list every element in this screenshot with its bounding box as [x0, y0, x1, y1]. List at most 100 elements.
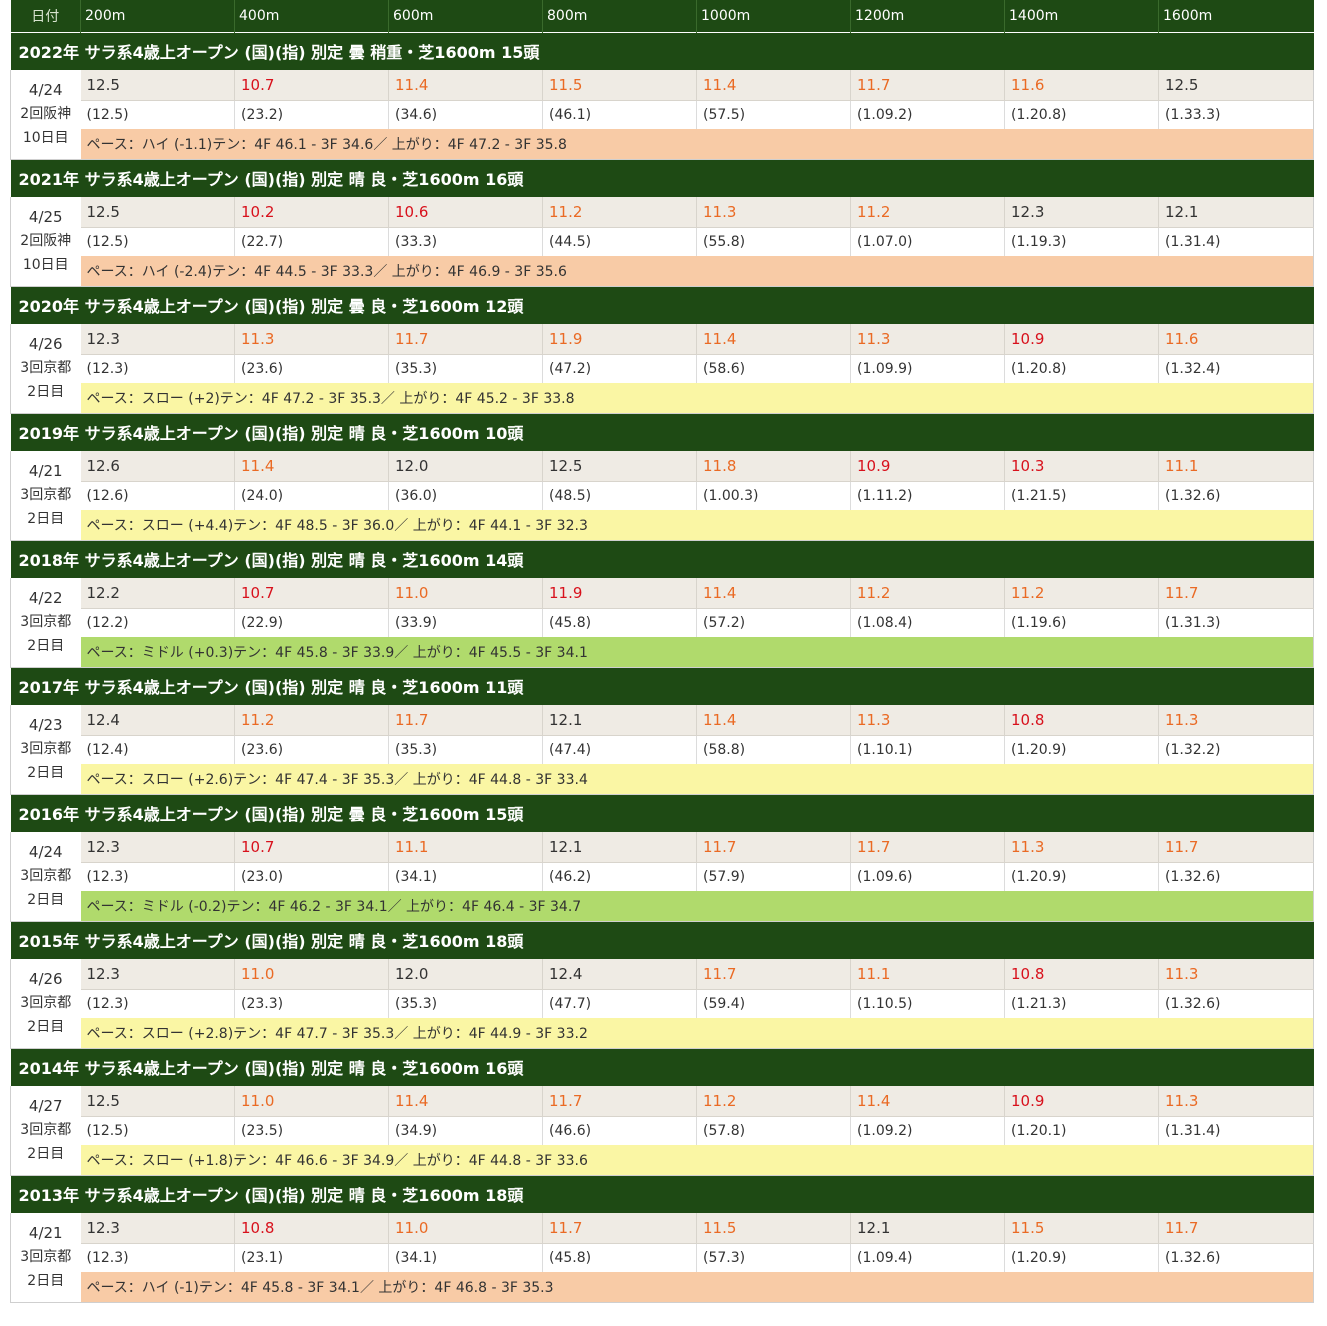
cumulative-time: (36.0)	[388, 481, 543, 510]
cumulative-time: (1.33.3)	[1158, 100, 1314, 129]
pace-summary: ペース：スロー (+2.8)テン：4F 47.7 - 3F 35.3／ 上がり：…	[80, 1018, 1314, 1049]
lap-time: 11.2	[234, 705, 389, 736]
race-venue: 3回京都	[20, 487, 72, 504]
race-title-row: 2022年 サラ系4歳上オープン (国)(指) 別定 曇 稍重・芝1600m 1…	[10, 31, 1314, 70]
cumulative-time: (58.8)	[696, 735, 851, 764]
race-date-cell: 4/26 3回京都 2日目	[10, 959, 81, 1049]
lap-time-row: 4/22 3回京都 2日目 12.2 10.7 11.0 11.9 11.4 11.2 11.2 1…	[10, 578, 1314, 668]
cumulative-time: (1.32.6)	[1158, 862, 1314, 891]
lap-time: 11.7	[1158, 1213, 1314, 1244]
cumulative-time: (33.9)	[388, 608, 543, 637]
race-title: 2017年 サラ系4歳上オープン (国)(指) 別定 晴 良・芝1600m 11…	[10, 666, 1314, 705]
race-date: 4/23	[28, 716, 63, 735]
cumulative-time-row: (12.2) (22.9) (33.9) (45.8) (57.2) (1.08.4) (1…	[11, 608, 1314, 637]
cumulative-time: (1.20.9)	[1004, 1243, 1159, 1272]
header-date: 日付	[10, 0, 81, 32]
lap-time: 10.2	[234, 197, 389, 228]
lap-time: 12.0	[388, 959, 543, 990]
lap-time: 11.4	[388, 70, 543, 101]
lap-time: 12.1	[1158, 197, 1314, 228]
race-day: 10日目	[22, 130, 69, 147]
cumulative-time: (1.09.9)	[850, 354, 1005, 383]
lap-time: 10.8	[1004, 959, 1159, 990]
cumulative-time: (58.6)	[696, 354, 851, 383]
pace-summary: ペース：ミドル (+0.3)テン：4F 45.8 - 3F 33.9／ 上がり：…	[80, 637, 1314, 668]
cumulative-time: (23.1)	[234, 1243, 389, 1272]
cumulative-time: (1.20.8)	[1004, 100, 1159, 129]
lap-time: 11.4	[850, 1086, 1005, 1117]
cumulative-time: (47.7)	[542, 989, 697, 1018]
race-date-cell: 4/27 3回京都 2日目	[10, 1086, 81, 1176]
cumulative-time: (45.8)	[542, 608, 697, 637]
lap-time: 12.5	[80, 1086, 235, 1117]
cumulative-time: (12.3)	[80, 354, 235, 383]
header-1600m: 1600m	[1158, 0, 1314, 32]
cumulative-time: (12.5)	[80, 227, 235, 256]
cumulative-time: (35.3)	[388, 989, 543, 1018]
cumulative-time: (1.20.9)	[1004, 862, 1159, 891]
race-venue: 3回京都	[20, 614, 72, 631]
pace-summary: ペース：ハイ (-1.1)テン：4F 46.1 - 3F 34.6／ 上がり：4…	[80, 129, 1314, 160]
cumulative-time: (1.32.6)	[1158, 1243, 1314, 1272]
cumulative-time: (12.5)	[80, 100, 235, 129]
race-venue: 3回京都	[20, 1122, 72, 1139]
cumulative-time: (57.5)	[696, 100, 851, 129]
pace-row: ペース：ハイ (-1.1)テン：4F 46.1 - 3F 34.6／ 上がり：4…	[11, 129, 1314, 160]
lap-time: 11.2	[1004, 578, 1159, 609]
cumulative-time: (12.3)	[80, 1243, 235, 1272]
cumulative-time: (1.32.2)	[1158, 735, 1314, 764]
lap-time: 11.6	[1004, 70, 1159, 101]
lap-time: 11.8	[696, 451, 851, 482]
race-date-cell: 4/22 3回京都 2日目	[10, 578, 81, 668]
lap-time: 10.7	[234, 578, 389, 609]
lap-time: 12.3	[80, 1213, 235, 1244]
cumulative-time: (1.20.9)	[1004, 735, 1159, 764]
pace-row: ペース：スロー (+2)テン：4F 47.2 - 3F 35.3／ 上がり：4F…	[11, 383, 1314, 414]
lap-time: 11.2	[850, 578, 1005, 609]
race-date-cell: 4/24 3回京都 2日目	[10, 832, 81, 922]
cumulative-time: (23.3)	[234, 989, 389, 1018]
race-title-row: 2017年 サラ系4歳上オープン (国)(指) 別定 晴 良・芝1600m 11…	[10, 666, 1314, 705]
pace-row: ペース：ハイ (-1)テン：4F 45.8 - 3F 34.1／ 上がり：4F …	[11, 1272, 1314, 1303]
cumulative-time: (22.9)	[234, 608, 389, 637]
cumulative-time: (57.2)	[696, 608, 851, 637]
cumulative-time: (23.0)	[234, 862, 389, 891]
race-venue: 3回京都	[20, 868, 72, 885]
race-title: 2018年 サラ系4歳上オープン (国)(指) 別定 晴 良・芝1600m 14…	[10, 539, 1314, 578]
race-date-cell: 4/24 2回阪神 10日目	[10, 70, 81, 160]
race-date: 4/27	[28, 1097, 63, 1116]
cumulative-time: (34.9)	[388, 1116, 543, 1145]
cumulative-time: (1.32.6)	[1158, 989, 1314, 1018]
lap-time: 11.4	[696, 705, 851, 736]
lap-time: 12.4	[542, 959, 697, 990]
lap-time: 11.2	[542, 197, 697, 228]
lap-time: 11.3	[1004, 832, 1159, 863]
lap-time: 12.0	[388, 451, 543, 482]
lap-time: 11.7	[696, 832, 851, 863]
header-1200m: 1200m	[850, 0, 1005, 32]
cumulative-time: (57.8)	[696, 1116, 851, 1145]
lap-time: 11.3	[1158, 1086, 1314, 1117]
cumulative-time: (1.00.3)	[696, 481, 851, 510]
cumulative-time-row: (12.3) (23.3) (35.3) (47.7) (59.4) (1.10.5) (1…	[11, 989, 1314, 1018]
lap-time: 12.5	[542, 451, 697, 482]
cumulative-time: (1.21.3)	[1004, 989, 1159, 1018]
lap-time: 11.4	[388, 1086, 543, 1117]
lap-time: 11.3	[234, 324, 389, 355]
lap-time-row: 4/24 2回阪神 10日目 12.5 10.7 11.4 11.5 11.4 11.7 11.6…	[10, 70, 1314, 160]
race-title: 2019年 サラ系4歳上オープン (国)(指) 別定 晴 良・芝1600m 10…	[10, 412, 1314, 451]
lap-time: 11.7	[542, 1086, 697, 1117]
cumulative-time: (47.4)	[542, 735, 697, 764]
cumulative-time: (1.31.4)	[1158, 227, 1314, 256]
cumulative-time-row: (12.3) (23.6) (35.3) (47.2) (58.6) (1.09.9) (1…	[11, 354, 1314, 383]
pace-row: ペース：スロー (+1.8)テン：4F 46.6 - 3F 34.9／ 上がり：…	[11, 1145, 1314, 1176]
header-200m: 200m	[80, 0, 235, 32]
race-title-row: 2020年 サラ系4歳上オープン (国)(指) 別定 曇 良・芝1600m 12…	[10, 285, 1314, 324]
race-date: 4/25	[28, 208, 63, 227]
race-date: 4/26	[28, 335, 63, 354]
race-date-cell: 4/21 3回京都 2日目	[10, 451, 81, 541]
lap-time: 10.6	[388, 197, 543, 228]
race-title-row: 2019年 サラ系4歳上オープン (国)(指) 別定 晴 良・芝1600m 10…	[10, 412, 1314, 451]
lap-time: 12.6	[80, 451, 235, 482]
cumulative-time: (59.4)	[696, 989, 851, 1018]
